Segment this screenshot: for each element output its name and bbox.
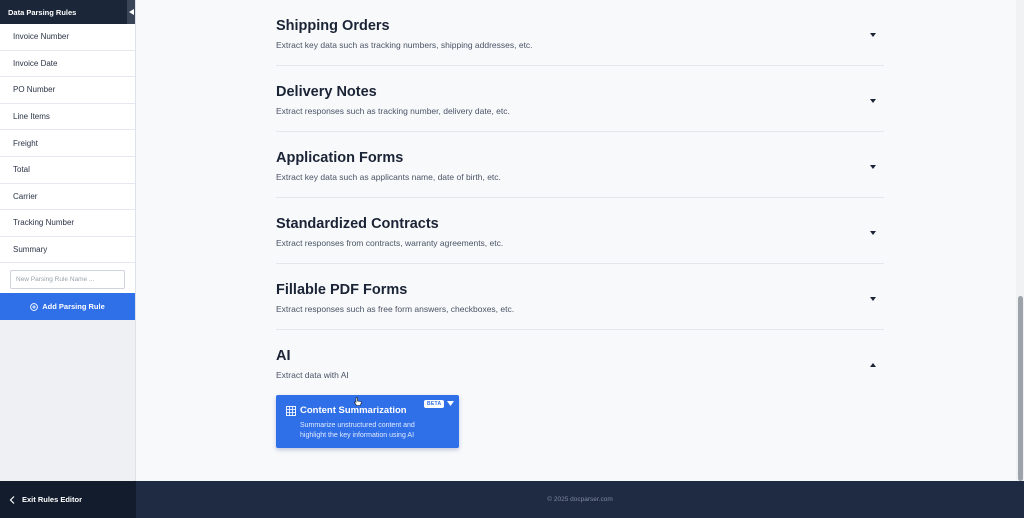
- section-title: Fillable PDF Forms: [276, 282, 408, 298]
- sidebar-item-po-number[interactable]: PO Number: [0, 77, 135, 104]
- section-title: Application Forms: [276, 150, 404, 166]
- caret-down-icon: [870, 231, 876, 235]
- sidebar-item-label: Total: [13, 165, 30, 175]
- caret-left-icon: [128, 9, 134, 15]
- caret-up-icon: [870, 363, 876, 367]
- section-title: AI: [276, 348, 291, 364]
- exit-rules-editor-button[interactable]: Exit Rules Editor: [0, 481, 136, 518]
- new-rule-input-wrapper: [0, 263, 135, 294]
- section-toggle[interactable]: [868, 30, 878, 40]
- sidebar-item-line-items[interactable]: Line Items: [0, 104, 135, 131]
- sidebar-title: Data Parsing Rules: [8, 7, 77, 17]
- sidebar-item-label: Tracking Number: [13, 218, 75, 228]
- card-title: Content Summarization: [300, 405, 407, 416]
- section-toggle[interactable]: [868, 96, 878, 106]
- sidebar-header: Data Parsing Rules: [0, 0, 135, 24]
- scrollbar-thumb[interactable]: [1018, 296, 1023, 481]
- section-application-forms[interactable]: Application Forms Extract key data such …: [276, 150, 884, 198]
- section-toggle[interactable]: [868, 360, 878, 370]
- page-footer: © 2025 docparser.com: [136, 481, 1024, 518]
- section-title: Delivery Notes: [276, 84, 377, 100]
- mouse-cursor-icon: [354, 397, 362, 406]
- copyright-text: © 2025 docparser.com: [547, 496, 613, 503]
- sidebar-item-label: Freight: [13, 138, 38, 148]
- sidebar-item-label: Line Items: [13, 112, 50, 122]
- table-grid-icon: [286, 406, 296, 416]
- sidebar-item-label: Invoice Number: [13, 32, 70, 42]
- exit-rules-editor-label: Exit Rules Editor: [22, 495, 83, 504]
- section-shipping-orders[interactable]: Shipping Orders Extract key data such as…: [276, 18, 884, 66]
- sidebar: Data Parsing Rules Invoice Number Invoic…: [0, 0, 136, 518]
- chevron-left-icon: [9, 495, 15, 504]
- card-dropdown-icon[interactable]: [447, 400, 454, 407]
- card-description: Summarize unstructured content and highl…: [300, 422, 415, 439]
- content-summarization-card[interactable]: Content Summarization Summarize unstruct…: [276, 395, 459, 448]
- add-parsing-rule-label: Add Parsing Rule: [42, 302, 105, 312]
- section-description: Extract key data such as applicants name…: [276, 172, 501, 182]
- caret-down-icon: [870, 165, 876, 169]
- sidebar-item-summary[interactable]: Summary: [0, 237, 135, 264]
- sidebar-item-label: Carrier: [13, 191, 38, 201]
- section-ai[interactable]: AI Extract data with AI: [276, 348, 884, 388]
- sidebar-item-label: Summary: [13, 245, 48, 255]
- beta-badge: BETA: [424, 400, 445, 408]
- section-description: Extract key data such as tracking number…: [276, 40, 533, 50]
- new-parsing-rule-input[interactable]: [10, 270, 125, 290]
- sidebar-item-label: Invoice Date: [13, 58, 58, 68]
- section-description: Extract responses such as free form answ…: [276, 304, 515, 314]
- add-parsing-rule-button[interactable]: Add Parsing Rule: [0, 293, 135, 321]
- sidebar-item-total[interactable]: Total: [0, 157, 135, 184]
- section-delivery-notes[interactable]: Delivery Notes Extract responses such as…: [276, 84, 884, 132]
- parsing-rule-list: Invoice Number Invoice Date PO Number Li…: [0, 24, 135, 294]
- section-standardized-contracts[interactable]: Standardized Contracts Extract responses…: [276, 216, 884, 264]
- sidebar-item-tracking-number[interactable]: Tracking Number: [0, 210, 135, 237]
- sidebar-item-label: PO Number: [13, 85, 56, 95]
- section-title: Shipping Orders: [276, 18, 390, 34]
- section-description: Extract data with AI: [276, 370, 349, 380]
- sidebar-item-carrier[interactable]: Carrier: [0, 184, 135, 211]
- sidebar-item-freight[interactable]: Freight: [0, 130, 135, 157]
- caret-down-icon: [870, 297, 876, 301]
- plus-circle-icon: [30, 302, 39, 311]
- section-fillable-pdf-forms[interactable]: Fillable PDF Forms Extract responses suc…: [276, 282, 884, 330]
- section-toggle[interactable]: [868, 228, 878, 238]
- sidebar-collapse-button[interactable]: [127, 0, 135, 24]
- sidebar-item-invoice-number[interactable]: Invoice Number: [0, 24, 135, 51]
- section-description: Extract responses from contracts, warran…: [276, 238, 504, 248]
- section-toggle[interactable]: [868, 294, 878, 304]
- sidebar-item-invoice-date[interactable]: Invoice Date: [0, 51, 135, 78]
- caret-down-icon: [870, 99, 876, 103]
- caret-down-icon: [870, 33, 876, 37]
- main-content: Shipping Orders Extract key data such as…: [136, 0, 1024, 481]
- section-description: Extract responses such as tracking numbe…: [276, 106, 510, 116]
- section-title: Standardized Contracts: [276, 216, 439, 232]
- section-toggle[interactable]: [868, 162, 878, 172]
